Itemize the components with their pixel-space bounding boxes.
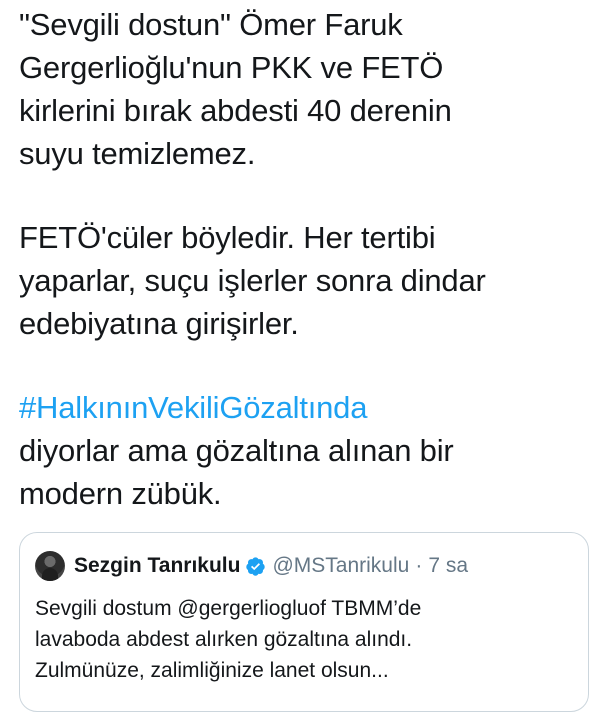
tweet-line: suyu temizlemez. bbox=[19, 136, 256, 171]
quoted-line: Zulmünüze, zalimliğinize lanet olsun... bbox=[35, 659, 389, 682]
verified-badge-icon bbox=[245, 556, 266, 577]
quoted-line: lavaboda abdest alırken gözaltına alındı… bbox=[35, 628, 413, 651]
tweet: "Sevgili dostun" Ömer Faruk Gergerlioğlu… bbox=[19, 0, 599, 515]
quoted-author-name[interactable]: Sezgin Tanrıkulu bbox=[74, 554, 240, 578]
separator-dot: · bbox=[415, 554, 423, 577]
tweet-line: "Sevgili dostun" Ömer Faruk bbox=[19, 7, 403, 42]
tweet-line: yaparlar, suçu işlerler sonra dindar bbox=[19, 263, 486, 298]
tweet-line: modern zübük. bbox=[19, 476, 222, 511]
quoted-tweet-text: Sevgili dostum @gergerliogluof TBMM’de l… bbox=[35, 593, 421, 686]
hashtag-link[interactable]: #HalkınınVekiliGözaltında bbox=[19, 386, 599, 429]
avatar[interactable] bbox=[35, 551, 65, 581]
tweet-paragraph-3: #HalkınınVekiliGözaltında diyorlar ama g… bbox=[19, 386, 599, 515]
tweet-line: FETÖ'cüler böyledir. Her tertibi bbox=[19, 220, 436, 255]
tweet-line: diyorlar ama gözaltına alınan bir bbox=[19, 433, 454, 468]
tweet-line: Gergerlioğlu'nun PKK ve FETÖ bbox=[19, 50, 444, 85]
tweet-text: "Sevgili dostun" Ömer Faruk Gergerlioğlu… bbox=[19, 0, 599, 515]
tweet-line: edebiyatına girişirler. bbox=[19, 306, 299, 341]
quoted-line: Sevgili dostum @gergerliogluof TBMM’de bbox=[35, 597, 422, 620]
quoted-tweet-header: Sezgin Tanrıkulu @MSTanrikulu · 7 sa bbox=[35, 551, 468, 581]
quoted-tweet-card[interactable]: Sezgin Tanrıkulu @MSTanrikulu · 7 sa Sev… bbox=[19, 532, 589, 712]
tweet-paragraph-1: "Sevgili dostun" Ömer Faruk Gergerlioğlu… bbox=[19, 0, 599, 175]
tweet-line: kirlerini bırak abdesti 40 derenin bbox=[19, 93, 452, 128]
tweet-paragraph-2: FETÖ'cüler böyledir. Her tertibi yaparla… bbox=[19, 216, 599, 345]
quoted-author-handle[interactable]: @MSTanrikulu bbox=[272, 554, 409, 578]
quoted-tweet-time[interactable]: 7 sa bbox=[428, 554, 468, 578]
